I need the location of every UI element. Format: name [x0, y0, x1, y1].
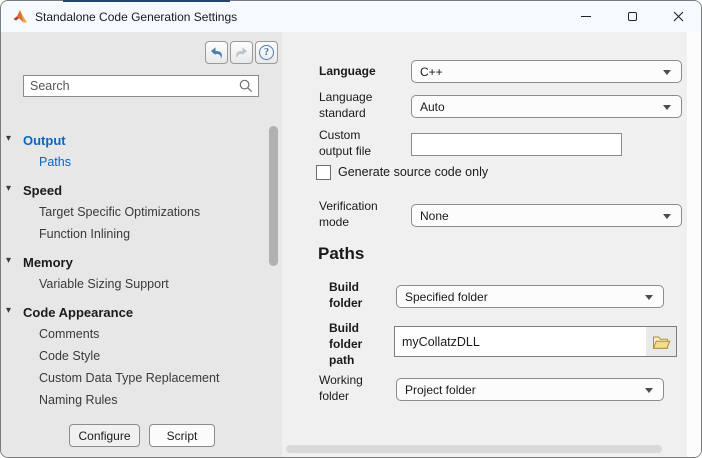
build-folder-path-field	[394, 326, 677, 357]
tree-label: Variable Sizing Support	[39, 277, 169, 291]
tree-section-memory[interactable]: ▾ Memory	[1, 251, 263, 273]
sidebar: ? ▾ Output	[1, 32, 282, 458]
language-value: C++	[420, 65, 443, 79]
tree-label: Code Style	[39, 349, 100, 363]
window-title: Standalone Code Generation Settings	[35, 10, 237, 24]
tree-item-paths[interactable]: Paths	[1, 151, 263, 173]
tree-label: Custom Data Type Replacement	[39, 371, 219, 385]
close-icon	[673, 11, 684, 22]
working-folder-value: Project folder	[405, 383, 476, 397]
collapse-caret-icon[interactable]: ▾	[6, 133, 11, 144]
settings-window: Standalone Code Generation Settings	[0, 0, 702, 458]
working-folder-dropdown[interactable]: Project folder	[396, 378, 664, 401]
screenshot: Standalone Code Generation Settings	[0, 0, 702, 458]
verification-mode-dropdown[interactable]: None	[411, 204, 682, 227]
paths-heading: Paths	[318, 244, 364, 264]
close-button[interactable]	[655, 1, 701, 32]
language-label: Language	[319, 63, 401, 79]
maximize-icon	[628, 12, 637, 21]
custom-output-file-input[interactable]	[411, 133, 622, 156]
tree-item-custom-data-type-replacement[interactable]: Custom Data Type Replacement	[1, 367, 263, 389]
minimize-button[interactable]	[563, 1, 609, 32]
working-folder-label: Working folder	[319, 372, 379, 404]
tree-label: Target Specific Optimizations	[39, 205, 200, 219]
collapse-caret-icon[interactable]: ▾	[6, 183, 11, 194]
undo-button[interactable]	[205, 41, 228, 64]
tree-label: Comments	[39, 327, 99, 341]
undo-icon	[209, 46, 224, 60]
open-folder-icon	[652, 334, 671, 350]
maximize-button[interactable]	[609, 1, 655, 32]
tree-item-variable-sizing-support[interactable]: Variable Sizing Support	[1, 273, 263, 295]
tree-item-function-inlining[interactable]: Function Inlining	[1, 223, 263, 245]
verification-mode-label: Verification mode	[319, 198, 389, 230]
tree-label: Naming Rules	[39, 393, 118, 407]
tree-section-speed[interactable]: ▾ Speed	[1, 179, 263, 201]
settings-tree: ▾ Output Paths ▾ Speed Target Specific O…	[1, 129, 263, 411]
build-folder-path-label: Build folder path	[329, 320, 377, 368]
build-folder-label: Build folder	[329, 279, 377, 311]
horizontal-scrollbar[interactable]	[286, 445, 662, 453]
help-button[interactable]: ?	[255, 41, 278, 64]
verification-mode-value: None	[420, 209, 449, 223]
matlab-logo-icon	[12, 9, 28, 25]
minimize-icon	[581, 16, 591, 17]
chevron-down-icon	[645, 388, 653, 393]
build-folder-path-input[interactable]	[395, 327, 646, 356]
search-box	[23, 75, 259, 97]
build-folder-dropdown[interactable]: Specified folder	[396, 285, 664, 308]
tree-label: Speed	[23, 183, 62, 198]
title-bar: Standalone Code Generation Settings	[1, 1, 701, 32]
window-controls	[563, 1, 701, 32]
chevron-down-icon	[645, 295, 653, 300]
tree-section-code-appearance[interactable]: ▾ Code Appearance	[1, 301, 263, 323]
collapse-caret-icon[interactable]: ▾	[6, 305, 11, 316]
language-standard-value: Auto	[420, 100, 445, 114]
build-folder-value: Specified folder	[405, 290, 488, 304]
redo-icon	[234, 46, 249, 60]
tree-section-output[interactable]: ▾ Output	[1, 129, 263, 151]
chevron-down-icon	[663, 105, 671, 110]
language-dropdown[interactable]: C++	[411, 60, 682, 83]
tree-item-naming-rules[interactable]: Naming Rules	[1, 389, 263, 411]
search-input[interactable]	[24, 79, 239, 93]
generate-source-code-only-checkbox[interactable]	[316, 165, 331, 180]
help-glyph: ?	[264, 47, 269, 58]
custom-output-file-label: Custom output file	[319, 127, 389, 159]
tree-item-comments[interactable]: Comments	[1, 323, 263, 345]
redo-button[interactable]	[230, 41, 253, 64]
tree-item-target-specific-optimizations[interactable]: Target Specific Optimizations	[1, 201, 263, 223]
language-standard-label: Language standard	[319, 89, 401, 121]
help-icon: ?	[259, 45, 274, 60]
tree-label: Code Appearance	[23, 305, 133, 320]
chevron-down-icon	[663, 214, 671, 219]
language-standard-dropdown[interactable]: Auto	[411, 95, 682, 118]
tree-label: Function Inlining	[39, 227, 130, 241]
background-window-artifact	[63, 0, 230, 2]
tree-label: Output	[23, 133, 66, 148]
configure-button[interactable]: Configure	[69, 424, 140, 447]
chevron-down-icon	[663, 70, 671, 75]
browse-folder-button[interactable]	[646, 327, 676, 356]
script-button[interactable]: Script	[149, 424, 215, 447]
collapse-caret-icon[interactable]: ▾	[6, 255, 11, 266]
search-icon	[239, 79, 253, 93]
tree-label: Paths	[39, 155, 71, 169]
panel-scrollbar-gutter	[687, 32, 701, 458]
generate-source-code-only-label[interactable]: Generate source code only	[338, 165, 488, 179]
sidebar-scrollbar[interactable]	[269, 126, 278, 266]
settings-panel: Language C++ Language standard Auto Cust…	[282, 32, 701, 458]
tree-item-code-style[interactable]: Code Style	[1, 345, 263, 367]
tree-label: Memory	[23, 255, 73, 270]
window-body: ? ▾ Output	[1, 32, 701, 458]
